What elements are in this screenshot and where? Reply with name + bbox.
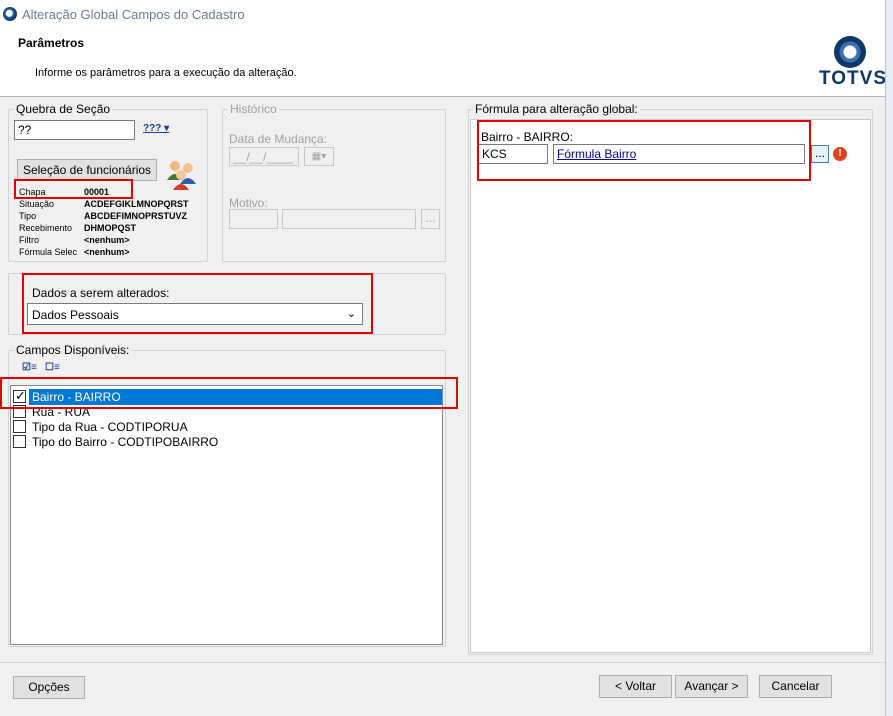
campos-label: Campos Disponíveis: [14, 343, 132, 357]
selecao-row-tipo: Tipo ABCDEFIMNOPRSTUVZ [19, 210, 209, 222]
motivo-description-input[interactable] [282, 209, 416, 229]
info-label: Fórmula Selec [19, 247, 78, 257]
info-value: <nenhum> [84, 235, 130, 245]
info-label: Recebimento [19, 223, 73, 233]
selecao-row-situacao: Situação ACDEFGIKLMNOPQRST [19, 198, 209, 210]
app-icon [3, 7, 17, 21]
uncheck-all-icon[interactable]: ☐≡ [45, 362, 60, 373]
info-value: ABCDEFIMNOPRSTUVZ [84, 211, 187, 221]
selecao-funcionarios-button[interactable]: Seleção de funcionários [17, 159, 157, 181]
check-all-icon[interactable]: ☑≡ [22, 362, 37, 373]
wizard-footer [0, 662, 885, 716]
chapa-highlight [14, 179, 133, 199]
selecao-row-formula: Fórmula Selec <nenhum> [19, 246, 209, 258]
info-label: Tipo [19, 211, 37, 221]
formula-panel [470, 119, 871, 653]
quebra-label: Quebra de Seção [14, 102, 113, 116]
header-divider [0, 96, 885, 97]
list-item[interactable]: Tipo da Rua - CODTIPORUA [13, 419, 442, 434]
warning-icon[interactable]: ! [833, 147, 847, 161]
window-title: Alteração Global Campos do Cadastro [22, 7, 245, 22]
checkbox-tipo-rua[interactable] [13, 420, 26, 433]
quebra-picker-button[interactable]: ??? ▾ [143, 123, 169, 134]
motivo-code-input[interactable] [229, 209, 278, 229]
quebra-input[interactable]: ?? [14, 120, 135, 140]
cancel-button[interactable]: Cancelar [759, 675, 832, 698]
list-item[interactable]: Tipo do Bairro - CODTIPOBAIRRO [13, 434, 442, 449]
motivo-label: Motivo: [229, 196, 268, 210]
motivo-browse-button[interactable]: ... [421, 209, 440, 229]
list-item-label: Tipo do Bairro - CODTIPOBAIRRO [32, 435, 219, 449]
data-mudanca-input[interactable]: __/__/____ [229, 147, 299, 166]
info-label: Filtro [19, 235, 39, 245]
info-value: DHMOPQST [84, 223, 137, 233]
next-button[interactable]: Avançar > [675, 675, 748, 698]
historico-label: Histórico [228, 102, 279, 116]
formula-browse-button[interactable]: ... [811, 145, 829, 163]
info-value: <nenhum> [84, 247, 130, 257]
background-window-edge [885, 0, 893, 716]
page-subtitle: Informe os parâmetros para a execução da… [35, 67, 297, 79]
back-button[interactable]: < Voltar [599, 675, 672, 698]
selecao-row-recebimento: Recebimento DHMOPQST [19, 222, 209, 234]
wizard-header [0, 29, 885, 96]
info-value: ACDEFGIKLMNOPQRST [84, 199, 189, 209]
page-title: Parâmetros [18, 36, 85, 50]
totvs-logo-icon [834, 36, 866, 68]
dados-highlight [22, 273, 373, 334]
list-item-label: Tipo da Rua - CODTIPORUA [32, 420, 188, 434]
data-mudanca-label: Data de Mudança: [229, 132, 328, 146]
brand-name: TOTVS [819, 68, 887, 89]
calendar-dropdown-icon[interactable]: ▦▾ [304, 147, 334, 166]
formula-label: Fórmula para alteração global: [473, 102, 640, 116]
options-button[interactable]: Opções [13, 676, 85, 699]
bairro-highlight [0, 377, 458, 409]
info-label: Situação [19, 199, 55, 209]
formula-highlight [477, 120, 811, 181]
selecao-row-filtro: Filtro <nenhum> [19, 234, 209, 246]
checkbox-tipo-bairro[interactable] [13, 435, 26, 448]
